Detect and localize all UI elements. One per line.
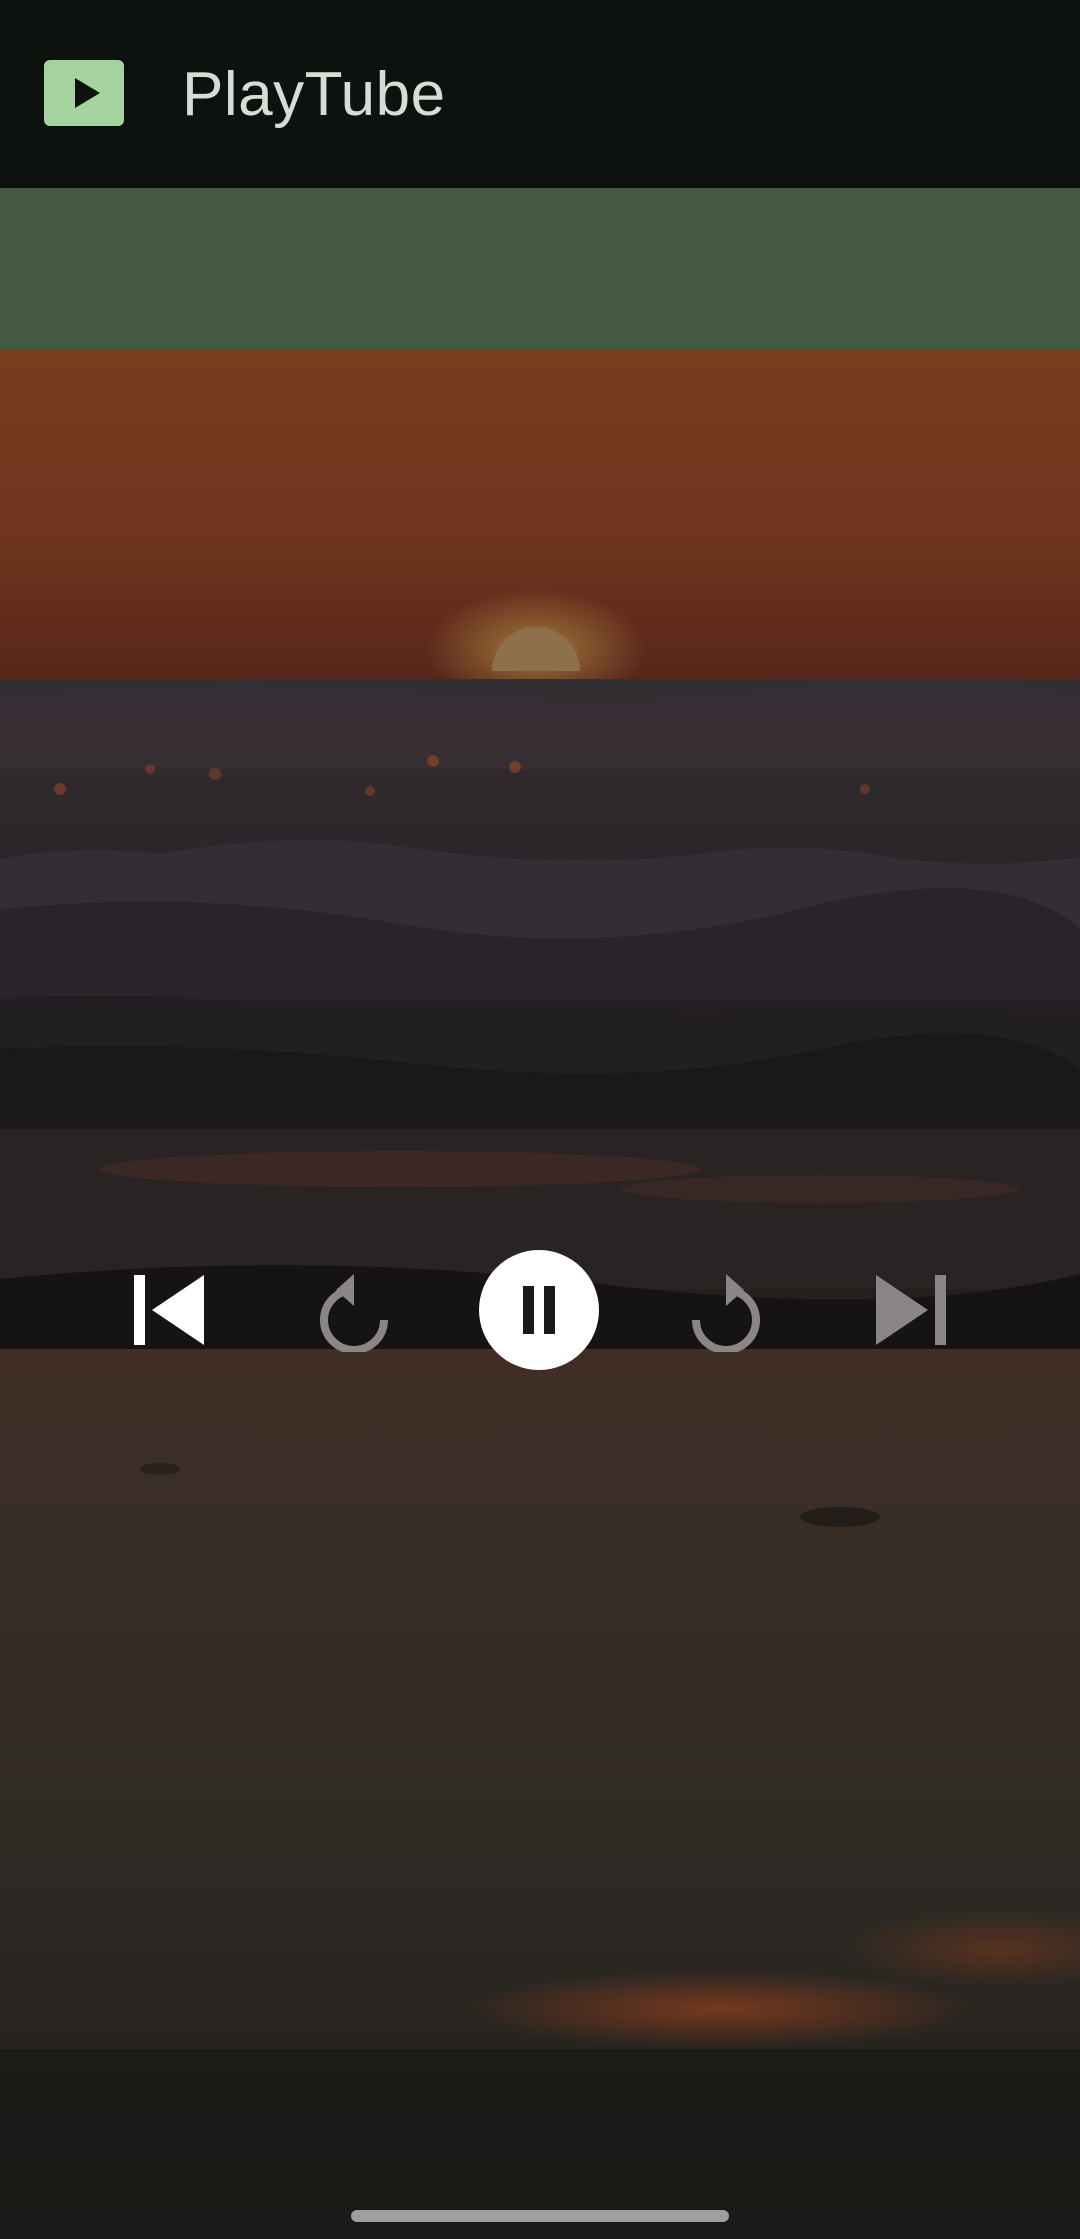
pause-circle <box>479 1250 599 1370</box>
banner-strip <box>0 188 1080 349</box>
pause-button[interactable] <box>479 1250 599 1370</box>
home-gesture-handle[interactable] <box>351 2210 729 2222</box>
rewind-button[interactable] <box>294 1250 414 1370</box>
previous-button[interactable] <box>108 1250 228 1370</box>
app-bar: PlayTube <box>0 0 1080 188</box>
video-player-screen: PlayTube <box>0 0 1080 2239</box>
replay-icon <box>320 1274 388 1352</box>
playback-controls <box>0 1250 1080 1370</box>
next-button[interactable] <box>852 1250 972 1370</box>
app-title: PlayTube <box>182 60 446 129</box>
play-logo-icon <box>44 60 124 126</box>
skip-next-icon <box>876 1275 946 1345</box>
forward-icon <box>692 1274 760 1352</box>
forward-button[interactable] <box>666 1250 786 1370</box>
skip-previous-icon <box>134 1275 204 1345</box>
pause-icon <box>523 1286 555 1334</box>
